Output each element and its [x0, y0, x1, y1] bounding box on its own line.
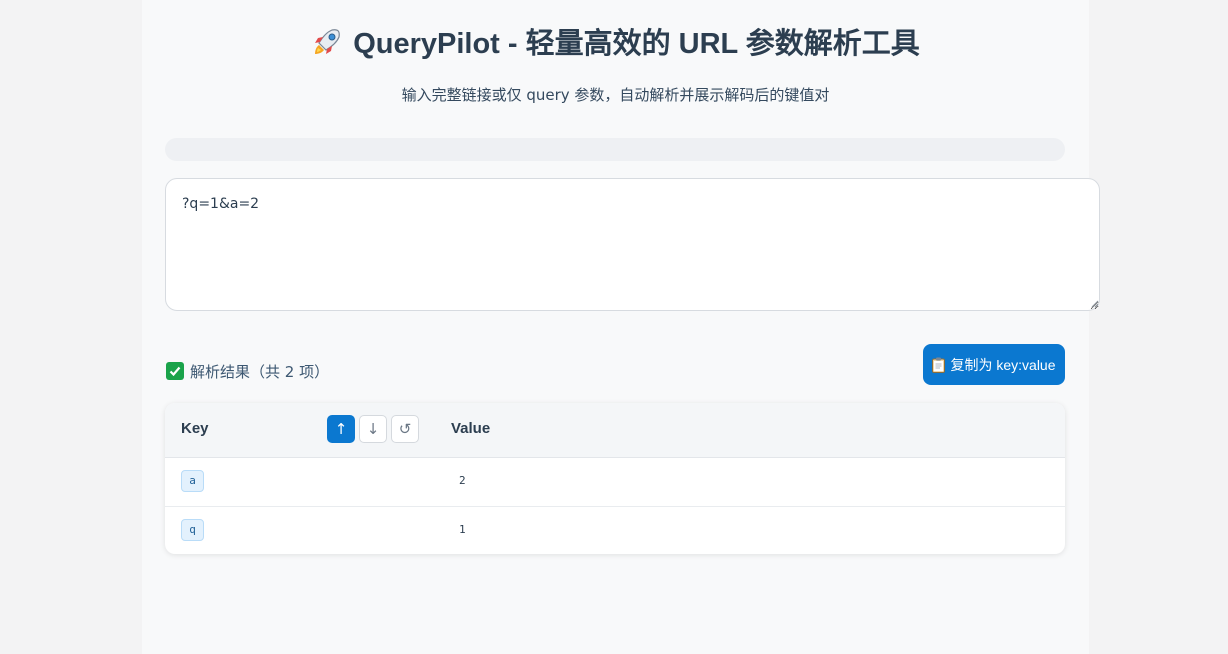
key-column-header: Key	[181, 420, 209, 437]
copy-button-label: 复制为 key:value	[950, 356, 1056, 373]
value-column-header: Value	[451, 420, 491, 437]
table-row: a 2	[165, 458, 1065, 507]
resize-grip-icon[interactable]	[1089, 298, 1099, 308]
sort-desc-button[interactable]: ↓	[359, 415, 387, 443]
rocket-icon	[311, 26, 343, 58]
result-table: Key ↑ ↓ ↺ Value a 2 q 1	[165, 403, 1065, 554]
sort-asc-button[interactable]: ↑	[327, 415, 355, 443]
sort-reset-button[interactable]: ↺	[391, 415, 419, 443]
query-input[interactable]	[165, 178, 1100, 311]
app-container: QueryPilot - 轻量高效的 URL 参数解析工具 输入完整链接或仅 q…	[142, 0, 1100, 654]
value-cell: 1	[459, 523, 466, 536]
page-subtitle: 输入完整链接或仅 query 参数，自动解析并展示解码后的键值对	[401, 86, 830, 104]
copy-key-value-button[interactable]: 复制为 key:value	[923, 344, 1065, 385]
progress-bar	[165, 138, 1065, 161]
key-chip: q	[181, 519, 204, 541]
table-row: q 1	[165, 507, 1065, 554]
page-title: QueryPilot - 轻量高效的 URL 参数解析工具	[142, 24, 1089, 64]
key-chip: a	[181, 470, 204, 492]
check-icon	[166, 362, 184, 380]
page-title-text: QueryPilot - 轻量高效的 URL 参数解析工具	[353, 28, 920, 60]
clipboard-icon	[932, 357, 946, 373]
table-header: Key ↑ ↓ ↺ Value	[165, 403, 1065, 458]
result-heading: 解析结果（共 2 项）	[166, 361, 329, 383]
result-heading-text: 解析结果（共 2 项）	[190, 363, 330, 381]
value-cell: 2	[459, 474, 466, 487]
